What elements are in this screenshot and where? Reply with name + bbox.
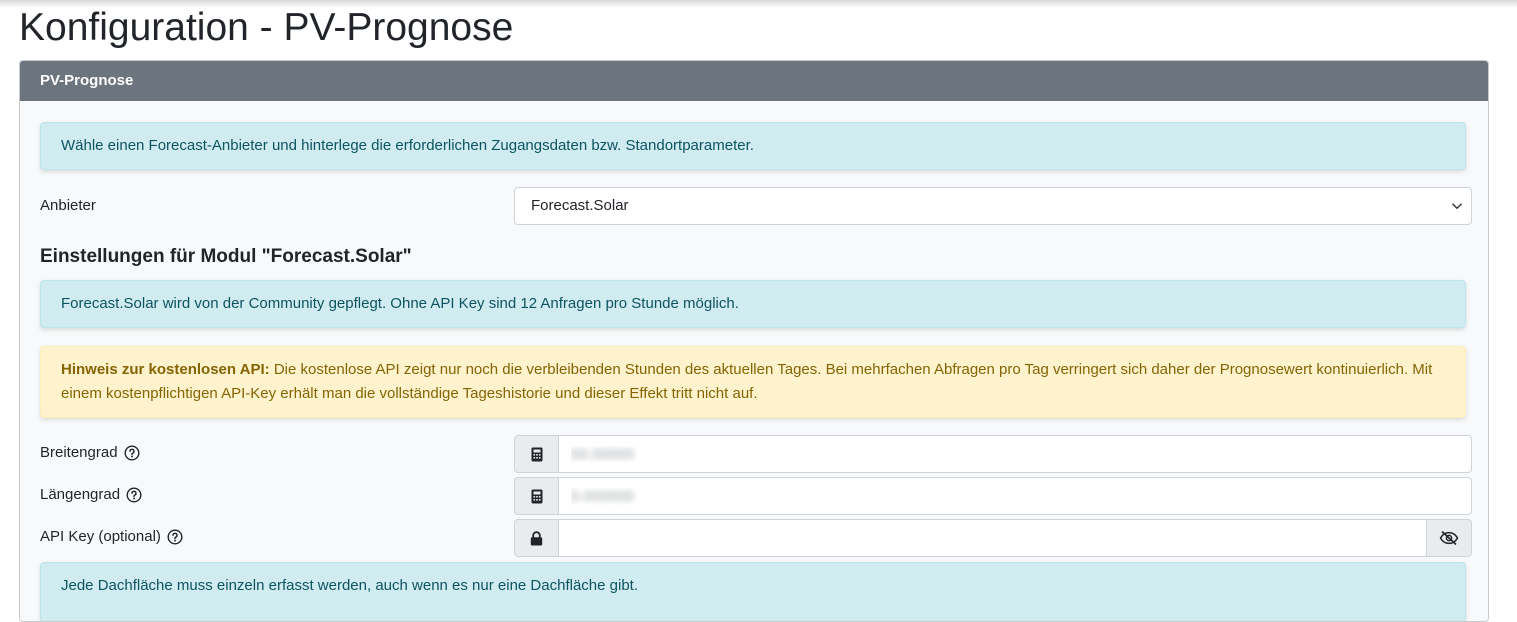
roof-info-alert: Jede Dachfläche muss einzeln erfasst wer…: [40, 562, 1466, 621]
free-api-warning-alert: Hinweis zur kostenlosen API: Die kostenl…: [40, 346, 1466, 418]
pv-forecast-card: PV-Prognose Wähle einen Forecast-Anbiete…: [19, 60, 1489, 622]
help-icon[interactable]: [167, 529, 183, 545]
eye-slash-icon: [1439, 530, 1459, 546]
help-icon[interactable]: [126, 487, 142, 503]
longitude-label-row: Längengrad: [40, 485, 142, 505]
longitude-input-group: [514, 477, 1472, 515]
provider-label: Anbieter: [40, 197, 96, 214]
toggle-visibility-button[interactable]: [1427, 519, 1472, 557]
module-settings-title: Einstellungen für Modul "Forecast.Solar": [40, 246, 412, 267]
calculator-icon: [531, 489, 542, 503]
api-key-label-row: API Key (optional): [40, 527, 183, 547]
page-title: Konfiguration - PV-Prognose: [19, 6, 514, 49]
chevron-down-icon: [1451, 203, 1463, 210]
module-info-alert: Forecast.Solar wird von der Community ge…: [40, 280, 1466, 328]
roof-info-text: Jede Dachfläche muss einzeln erfasst wer…: [61, 577, 638, 594]
intro-info-alert: Wähle einen Forecast-Anbieter und hinter…: [40, 122, 1466, 170]
api-key-label: API Key (optional): [40, 528, 161, 545]
latitude-label-row: Breitengrad: [40, 443, 140, 463]
calculator-icon: [531, 447, 542, 461]
longitude-label: Längengrad: [40, 486, 121, 503]
latitude-input[interactable]: [559, 435, 1472, 473]
longitude-addon: [514, 477, 559, 515]
help-icon[interactable]: [124, 445, 140, 461]
module-info-text: Forecast.Solar wird von der Community ge…: [61, 295, 739, 312]
api-key-input[interactable]: [559, 519, 1427, 557]
intro-info-text: Wähle einen Forecast-Anbieter und hinter…: [61, 137, 754, 154]
api-key-addon: [514, 519, 559, 557]
longitude-input[interactable]: [559, 477, 1472, 515]
warning-title: Hinweis zur kostenlosen API:: [61, 361, 270, 378]
lock-icon: [530, 530, 543, 545]
provider-select[interactable]: Forecast.Solar: [514, 187, 1472, 225]
provider-selected-value: Forecast.Solar: [531, 197, 629, 214]
latitude-input-group: [514, 435, 1472, 473]
card-header: PV-Prognose: [20, 61, 1488, 101]
provider-label-row: Anbieter: [40, 196, 96, 216]
api-key-input-group: [514, 519, 1472, 557]
latitude-addon: [514, 435, 559, 473]
latitude-label: Breitengrad: [40, 444, 118, 461]
